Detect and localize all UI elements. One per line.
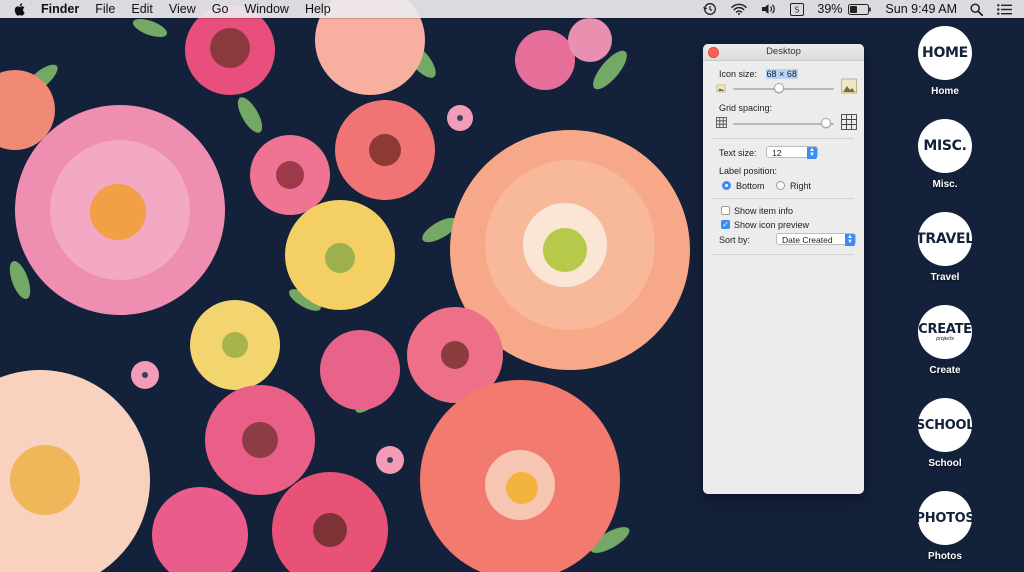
floral-wallpaper [0,0,1024,572]
status-area: S 39% Sun 9:49 AM [696,0,1024,18]
folder-create-icon: CREATE projects [918,305,972,359]
folder-home-icon: HOME [918,26,972,80]
clock[interactable]: Sun 9:49 AM [879,0,963,18]
separator [713,198,854,199]
folder-misc-icon: MISC. [918,119,972,173]
label-right-radio[interactable] [776,181,785,190]
panel-titlebar[interactable]: Desktop [703,44,864,61]
icon-size-value: 68 × 68 [765,69,798,79]
label-bottom-radio[interactable] [722,181,731,190]
app-menu-finder[interactable]: Finder [33,0,87,18]
sort-by-value: Date Created [782,235,833,245]
menu-view[interactable]: View [161,0,204,18]
grid-spacing-label: Grid spacing: [719,103,773,113]
popup-arrows-icon: ▲ ▼ [845,234,855,246]
icon-size-slider-knob[interactable] [773,83,784,93]
menu-bar: Finder File Edit View Go Window Help S 3… [0,0,1024,18]
separator [713,254,854,255]
desktop-view-options-panel: Desktop Icon size: 68 × 68 Grid spacing:… [703,44,864,494]
show-icon-preview-checkbox[interactable]: ✓ [721,220,730,229]
icon-size-row: Icon size: 68 × 68 [719,69,798,79]
volume-icon[interactable] [754,0,783,18]
separator [713,138,854,139]
folder-label: Photos [928,551,962,562]
svg-text:S: S [795,5,800,14]
text-size-popup[interactable]: 12 ▲ ▼ [766,146,818,159]
desktop-folder-create[interactable]: CREATE projects Create [906,305,984,376]
show-item-info-label: Show item info [734,206,794,216]
spotlight-icon[interactable] [963,0,990,18]
folder-label: Create [929,365,961,376]
folder-travel-icon: TRAVEL [916,212,974,266]
folder-label: Misc. [932,179,958,190]
text-size-label: Text size: [719,148,757,158]
notification-center-icon[interactable] [990,0,1024,18]
menu-window[interactable]: Window [236,0,296,18]
desktop-folder-misc[interactable]: MISC. Misc. [906,119,984,190]
desktop-folder-travel[interactable]: TRAVEL Travel [906,212,984,283]
text-size-value: 12 [772,148,782,158]
battery-percent[interactable]: 39% [811,0,848,18]
label-right-text: Right [790,181,812,191]
panel-title: Desktop [766,46,801,57]
apple-menu-icon[interactable] [0,2,33,16]
small-icon-size-icon [716,84,726,93]
desktop-folder-school[interactable]: SCHOOL School [906,398,984,469]
label-position-label: Label position: [719,166,778,176]
wifi-icon[interactable] [724,0,754,18]
icon-size-label: Icon size: [719,69,758,79]
sort-by-label: Sort by: [719,235,751,245]
folder-label: Home [931,86,959,97]
tight-grid-icon [716,117,727,128]
grid-spacing-slider-knob[interactable] [821,118,832,128]
menu-edit[interactable]: Edit [123,0,161,18]
desktop-folder-home[interactable]: HOME Home [906,26,984,97]
show-icon-preview-label: Show icon preview [734,220,810,230]
label-bottom-text: Bottom [736,181,765,191]
folder-label: School [928,458,962,469]
folder-label: Travel [930,272,960,283]
menu-file[interactable]: File [87,0,123,18]
large-icon-size-icon [841,78,857,94]
input-source-icon[interactable]: S [783,0,811,18]
wide-grid-icon [841,114,857,130]
sort-by-popup[interactable]: Date Created ▲ ▼ [776,233,856,246]
menu-go[interactable]: Go [204,0,237,18]
folder-photos-icon: PHOTOS [916,491,975,545]
show-item-info-checkbox[interactable] [721,206,730,215]
folder-school-icon: SCHOOL [916,398,974,452]
close-button[interactable] [708,47,719,58]
time-machine-icon[interactable] [696,0,724,18]
battery-icon[interactable] [848,0,879,18]
desktop-folder-photos[interactable]: PHOTOS Photos [906,491,984,562]
grid-spacing-slider[interactable] [733,123,834,125]
popup-arrows-icon: ▲ ▼ [807,147,817,159]
menu-help[interactable]: Help [297,0,339,18]
